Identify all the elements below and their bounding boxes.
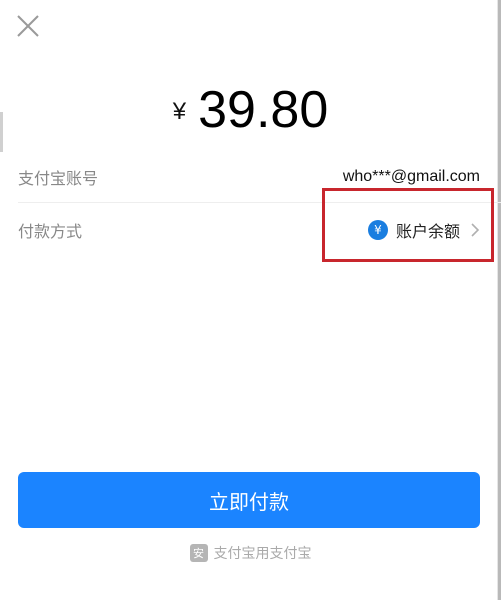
payment-method-label: 付款方式 <box>18 222 83 241</box>
payment-amount: ¥ 39.80 <box>0 60 501 140</box>
shield-icon: 安 <box>189 544 208 562</box>
amount-value: 39.80 <box>198 81 329 139</box>
account-label: 支付宝账号 <box>18 169 99 188</box>
currency-symbol: ¥ <box>172 98 187 125</box>
footer-text: 支付宝用支付宝 <box>213 546 312 562</box>
highlight-annotation-box <box>322 188 494 262</box>
close-button[interactable] <box>14 12 42 40</box>
pay-now-button[interactable]: 立即付款 <box>18 472 480 528</box>
close-icon <box>17 15 39 37</box>
footer-brand: 安 支付宝用支付宝 <box>0 542 501 564</box>
account-value: who***@gmail.com <box>342 168 480 185</box>
